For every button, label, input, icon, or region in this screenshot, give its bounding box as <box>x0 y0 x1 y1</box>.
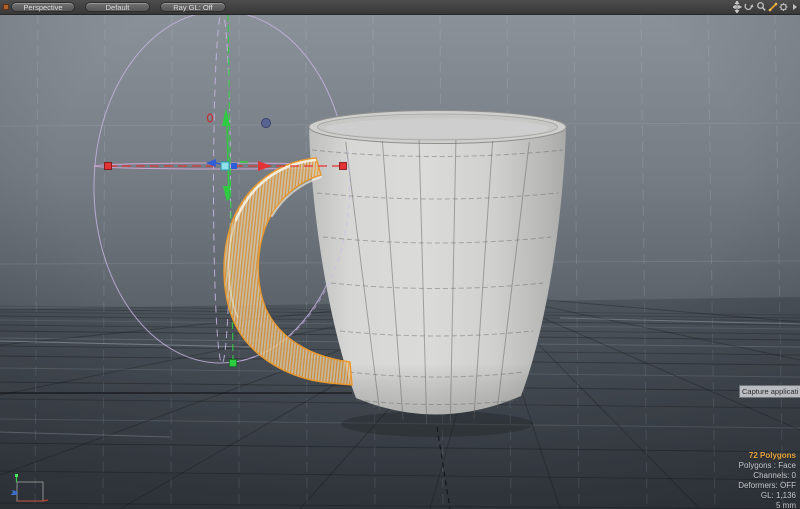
settings-gear-icon[interactable] <box>780 3 788 11</box>
viewport-color-swatch[interactable] <box>3 4 9 10</box>
viewport-stats-readout: 72 Polygons Polygons : Face Channels: 0 … <box>738 451 796 509</box>
selection-count: 72 Polygons <box>738 451 796 461</box>
gizmo-rotate-z-handle <box>262 119 271 128</box>
stats-line-gl: GL: 1,136 <box>738 491 796 501</box>
rotate-tool-icon[interactable] <box>745 4 753 9</box>
gizmo-center-handle <box>221 162 229 170</box>
move-tool-icon[interactable] <box>733 1 741 13</box>
shading-preset-button[interactable]: Default <box>85 2 150 12</box>
measure-line-icon[interactable] <box>769 3 778 12</box>
gizmo-y-handle-bottom <box>230 360 237 367</box>
workplane-z-label: z <box>11 489 15 497</box>
view-mode-button[interactable]: Perspective <box>11 2 75 12</box>
stats-line-mode: Polygons : Face <box>738 461 796 471</box>
stats-line-channels: Channels: 0 <box>738 471 796 481</box>
stats-line-gridsize: 5 mm <box>738 501 796 509</box>
stats-line-deformers: Deformers: OFF <box>738 481 796 491</box>
viewport-3d[interactable] <box>0 0 800 509</box>
zoom-tool-icon[interactable] <box>758 3 766 11</box>
gizmo-x-handle-left <box>105 163 112 170</box>
expand-arrow-icon[interactable] <box>793 4 797 10</box>
viewport-tool-icons <box>733 1 797 13</box>
tooltip: Capture applicati <box>739 385 800 398</box>
raygl-toggle-button[interactable]: Ray GL: Off <box>160 2 226 12</box>
viewport-header-bar: Perspective Default Ray GL: Off <box>0 0 800 15</box>
gizmo-x-handle-right <box>340 163 347 170</box>
modeling-app-window: z Perspective Default Ray GL: Off <box>0 0 800 509</box>
gizmo-z-handle <box>231 163 237 169</box>
